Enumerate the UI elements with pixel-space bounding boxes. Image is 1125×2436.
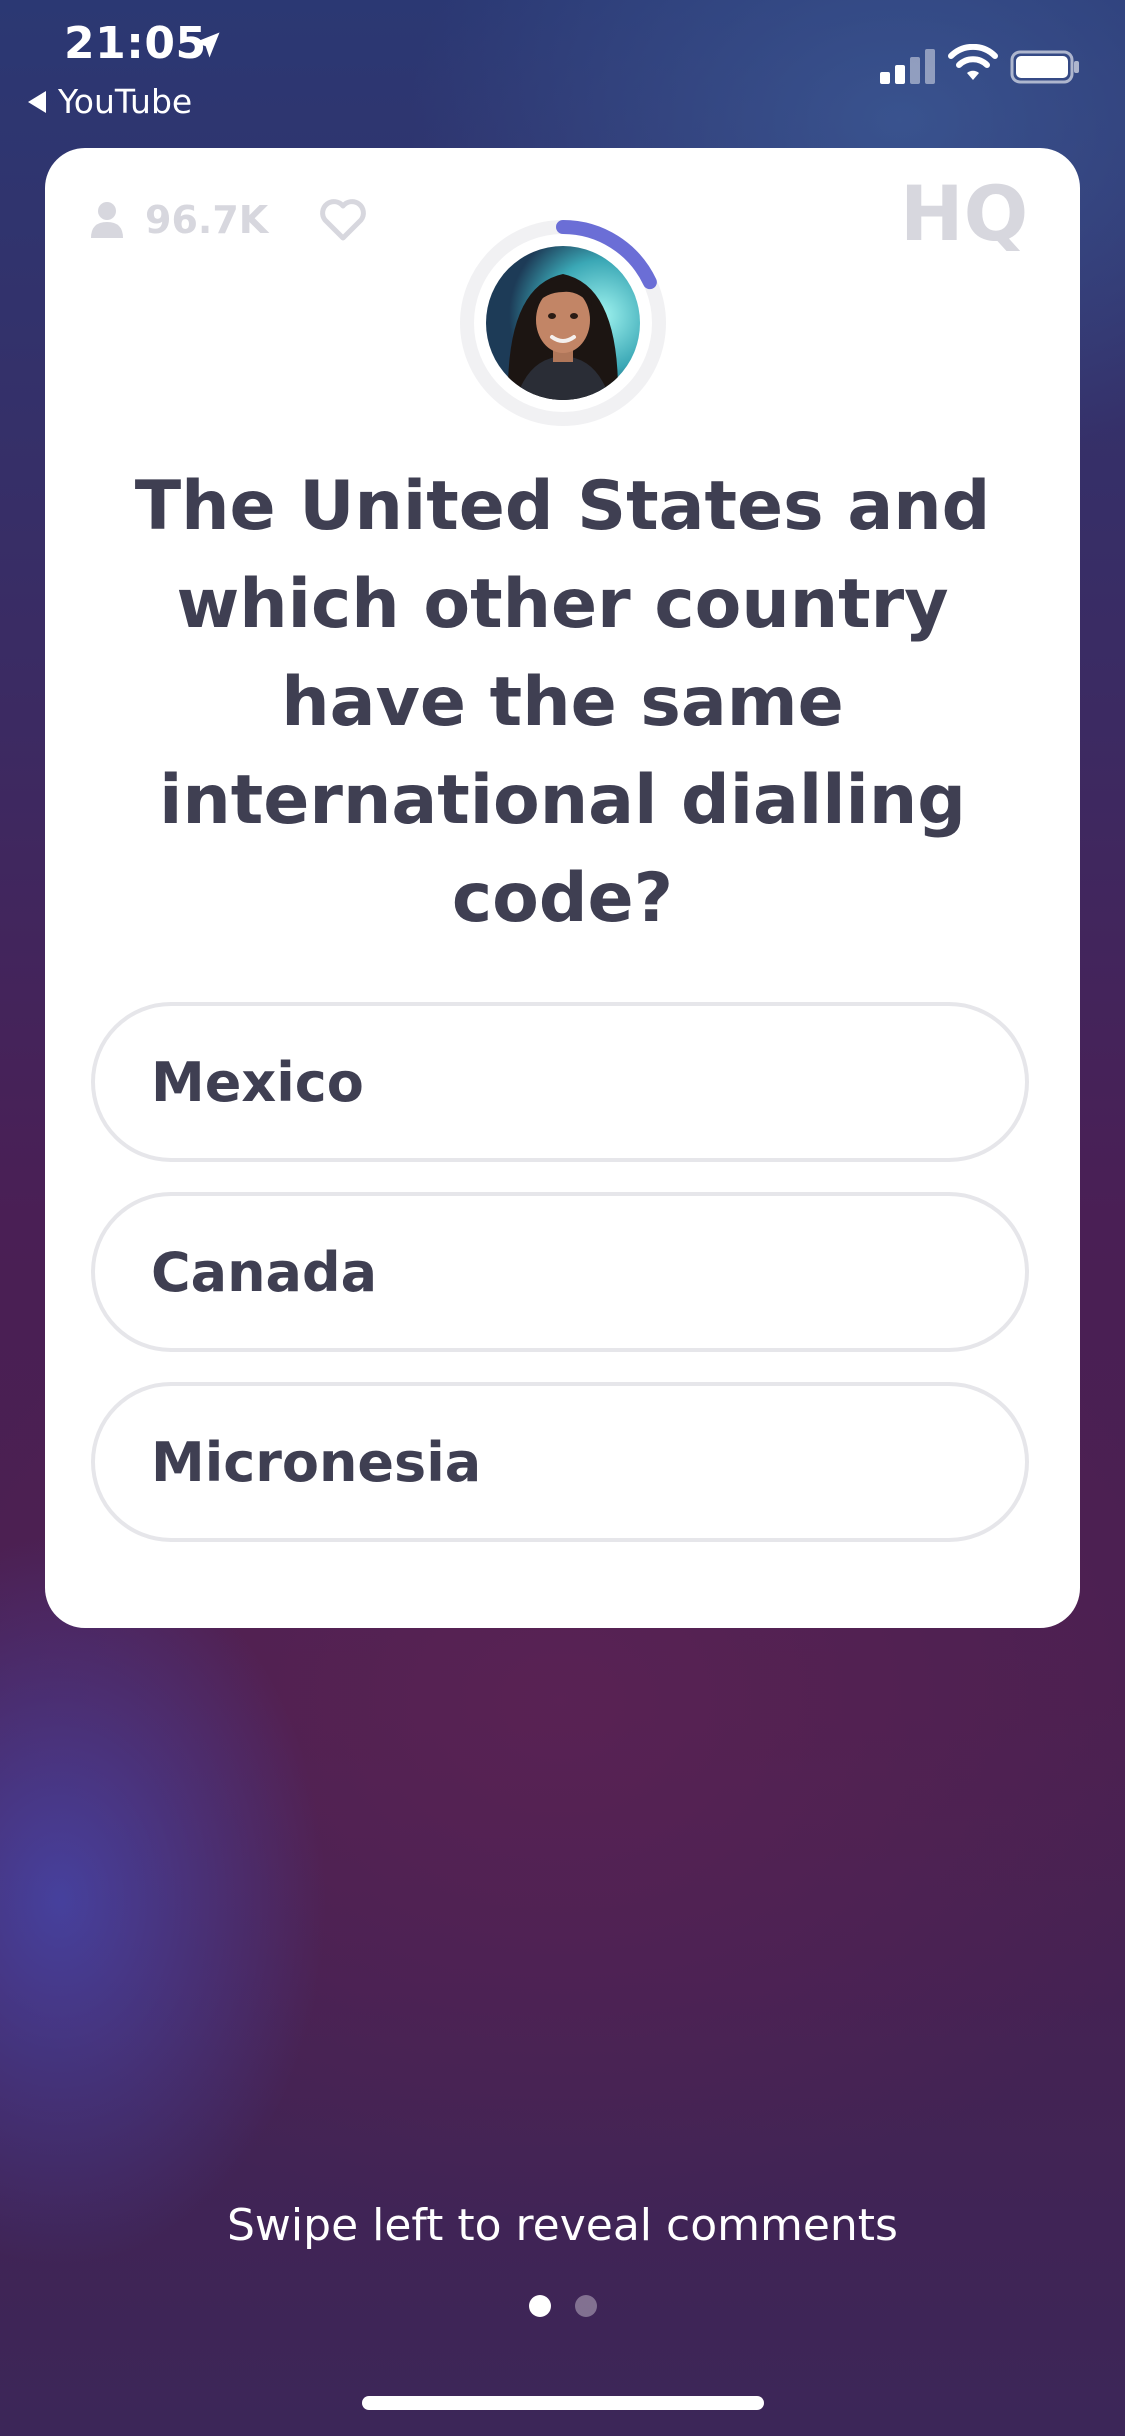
answer-option-canada[interactable]: Canada <box>91 1192 1029 1352</box>
host-timer <box>453 213 673 433</box>
back-app-label: YouTube <box>58 82 193 121</box>
person-icon <box>91 202 123 238</box>
cellular-signal-icon <box>880 49 935 84</box>
status-bar: 21:05 YouTube <box>0 0 1125 130</box>
home-indicator[interactable] <box>362 2396 764 2410</box>
location-arrow-icon <box>194 32 220 58</box>
answer-option-mexico[interactable]: Mexico <box>91 1002 1029 1162</box>
back-arrow-icon <box>28 90 46 113</box>
answer-option-micronesia[interactable]: Micronesia <box>91 1382 1029 1542</box>
page-dot-active[interactable] <box>528 2295 551 2317</box>
status-time: 21:05 <box>64 18 207 69</box>
question-card: 96.7K HQ The United States and which oth… <box>45 148 1080 1628</box>
question-text: The United States and which other countr… <box>134 467 991 938</box>
back-to-app-button[interactable]: YouTube <box>28 82 192 121</box>
wifi-icon <box>948 44 998 80</box>
viewer-count-value: 96.7K <box>145 198 269 242</box>
page-dot[interactable] <box>574 2295 597 2317</box>
hq-logo: HQ <box>900 170 1028 258</box>
swipe-hint: Swipe left to reveal comments <box>227 2200 898 2251</box>
svg-text:HQ: HQ <box>900 170 1028 258</box>
host-avatar <box>486 246 640 400</box>
viewer-count: 96.7K <box>89 198 268 242</box>
page-indicator[interactable] <box>0 2295 1125 2317</box>
battery-icon <box>1010 50 1079 84</box>
heart-icon[interactable] <box>319 198 367 242</box>
